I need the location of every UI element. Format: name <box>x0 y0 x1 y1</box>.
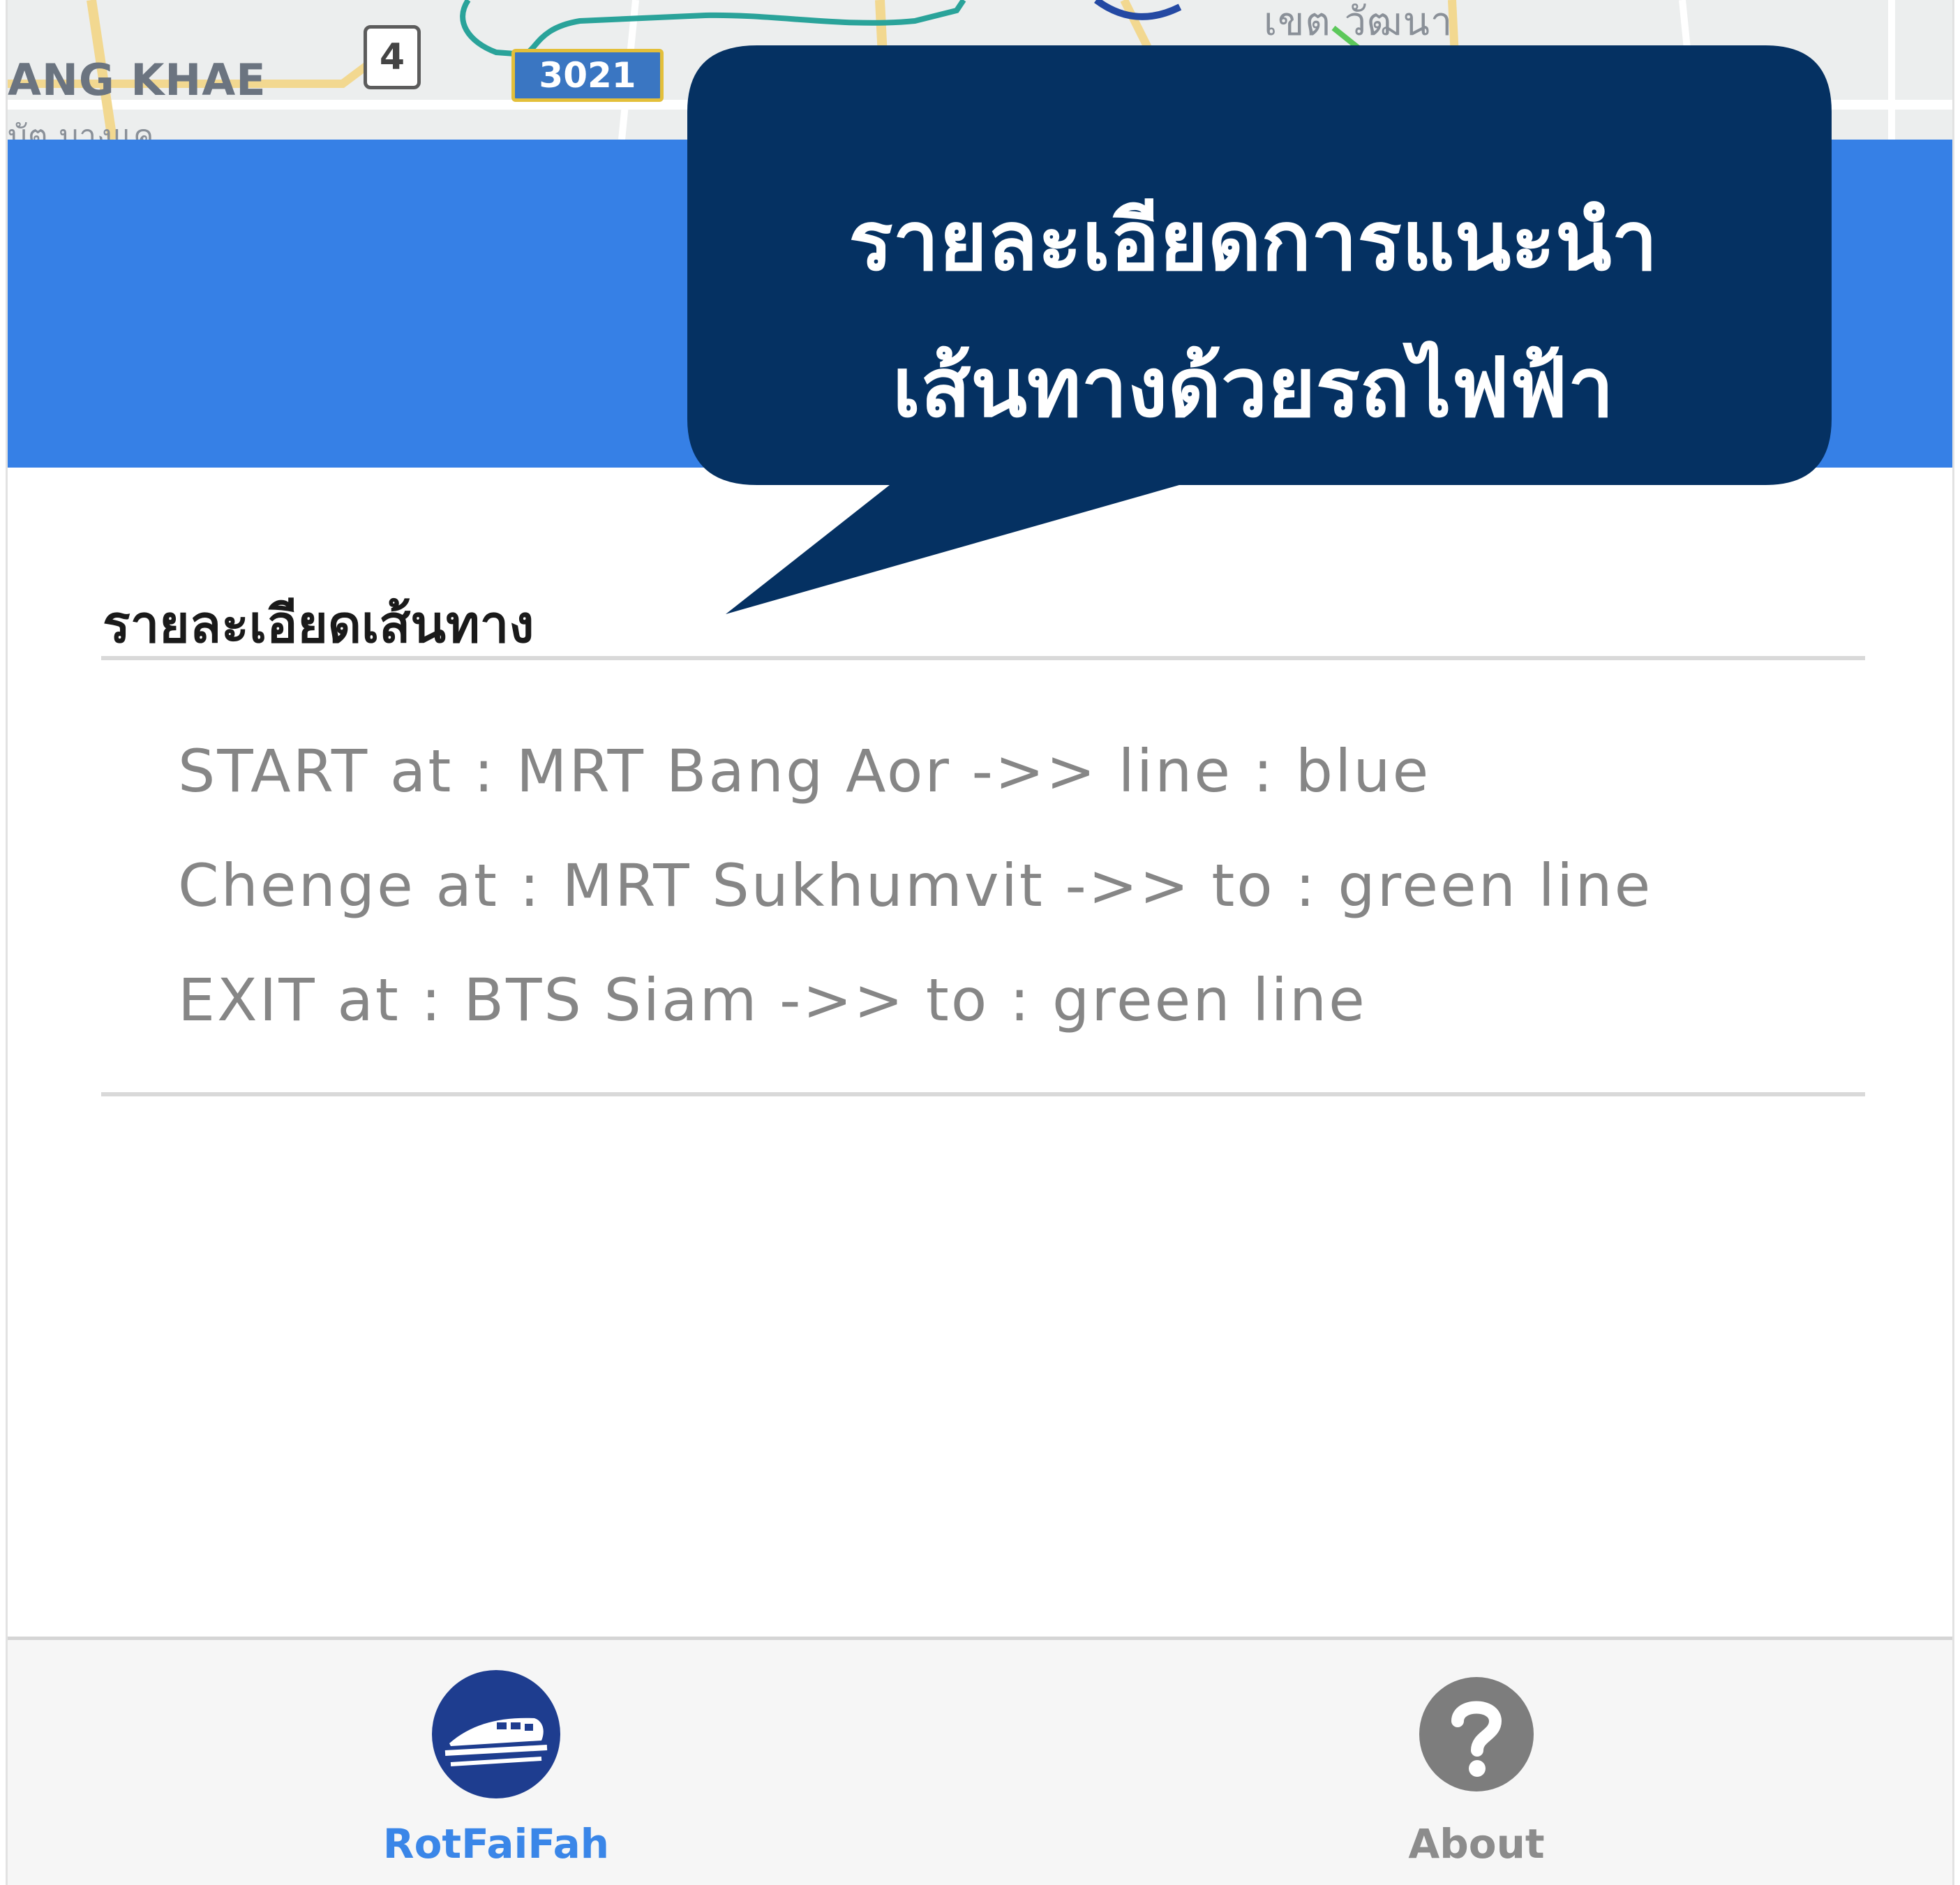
callout-text: รายละเอียดการแนะนำ เส้นทางด้วยรถไฟฟ้า <box>688 167 1818 461</box>
divider <box>101 1092 1865 1096</box>
divider <box>101 656 1865 660</box>
tab-rotfaifah[interactable]: RotFaiFah <box>315 1640 678 1885</box>
route-step-change: Chenge at : MRT Sukhumvit ->> to : green… <box>178 851 1653 920</box>
tab-rotfaifah-label: RotFaiFah <box>382 1820 610 1868</box>
route-step-list: START at : MRT Bang Aor ->> line : blue … <box>178 733 1652 1076</box>
callout-line-2: เส้นทางด้วยรถไฟฟ้า <box>892 339 1615 435</box>
callout-line-1: รายละเอียดการแนะนำ <box>848 193 1658 289</box>
tab-about[interactable]: About <box>1295 1640 1658 1885</box>
route-step-start: START at : MRT Bang Aor ->> line : blue <box>178 737 1431 805</box>
train-logo-icon <box>432 1670 560 1798</box>
route-step-exit: EXIT at : BTS Siam ->> to : green line <box>178 966 1367 1034</box>
bottom-tab-bar: RotFaiFah About <box>8 1637 1952 1885</box>
tab-about-label: About <box>1408 1820 1545 1868</box>
help-icon <box>1419 1677 1534 1791</box>
